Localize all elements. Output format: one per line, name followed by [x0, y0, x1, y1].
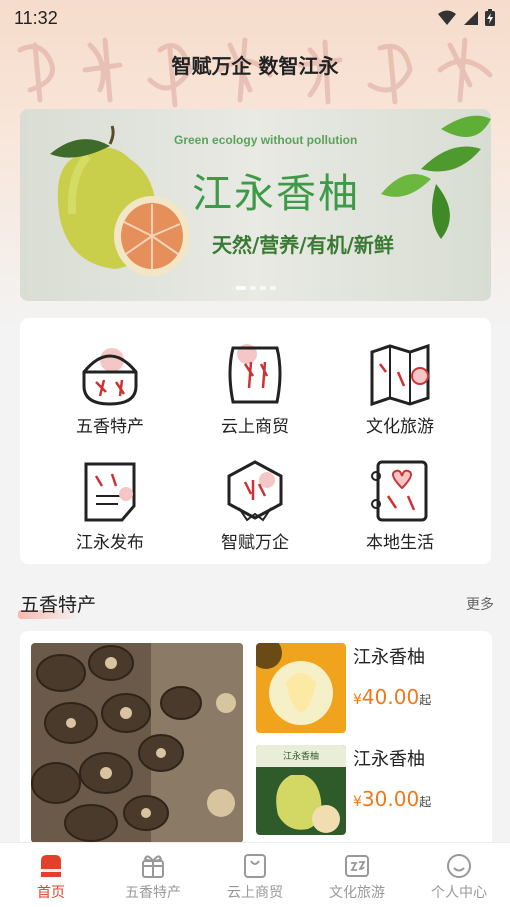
tab-cloud-trade[interactable]: 云上商贸	[204, 843, 306, 907]
price-currency: ¥	[353, 692, 362, 708]
banner-dot[interactable]	[236, 286, 246, 290]
product-name: 江永香柚	[353, 647, 425, 668]
grid-label: 江永发布	[76, 533, 144, 553]
status-icons	[438, 9, 496, 27]
product-thumbnail: 江永香柚	[256, 745, 346, 835]
tab-label: 云上商贸	[227, 885, 283, 901]
pomelo-image	[50, 125, 190, 276]
grid-item-local-life[interactable]: 本地生活	[325, 458, 475, 553]
mushrooms-image	[31, 643, 243, 843]
price-suffix: 起	[419, 693, 432, 707]
status-bar: 11:32	[0, 0, 510, 36]
function-grid: 五香特产 云上商贸 文化旅游 江永发布 智赋万企 本地生活	[20, 318, 491, 564]
banner-subtitle: 天然/营养/有机/新鲜	[212, 233, 394, 257]
grid-label: 智赋万企	[221, 533, 289, 553]
local-life-notebook-icon	[371, 460, 428, 522]
signal-icon	[464, 11, 478, 25]
tab-label: 个人中心	[431, 885, 487, 901]
grid-label: 文化旅游	[366, 417, 434, 437]
shopping-bag-icon	[244, 854, 266, 878]
travel-icon	[345, 855, 369, 877]
grid-label: 云上商贸	[221, 417, 289, 437]
cloud-shopping-icon	[228, 344, 282, 404]
grid-item-cloud-trade[interactable]: 云上商贸	[180, 342, 330, 437]
enterprise-badge-icon	[227, 460, 283, 522]
wifi-icon	[438, 10, 456, 25]
banner-dot[interactable]	[250, 286, 256, 290]
tab-profile[interactable]: 个人中心	[408, 843, 510, 907]
document-publish-icon	[84, 462, 136, 522]
banner-dot[interactable]	[260, 286, 266, 290]
map-location-icon	[370, 343, 430, 407]
promo-banner[interactable]: Green ecology without pollution 江永香柚 天然/…	[20, 109, 491, 301]
specialty-basket-icon	[82, 348, 138, 406]
battery-charging-icon	[485, 9, 495, 26]
grid-item-specialty[interactable]: 五香特产	[35, 342, 185, 437]
price-value: 30.00	[361, 787, 420, 811]
grid-item-enterprise[interactable]: 智赋万企	[180, 458, 330, 553]
section-title: 五香特产	[20, 594, 97, 616]
banner-english-text: Green ecology without pollution	[174, 133, 358, 147]
bottom-tab-bar: 首页 五香特产 云上商贸 文化旅游 个人中心	[0, 842, 510, 907]
tab-label: 五香特产	[125, 885, 181, 901]
grid-label: 本地生活	[366, 533, 434, 553]
product-price: ¥40.00起	[353, 685, 431, 709]
status-time: 11:32	[14, 7, 58, 28]
product-item[interactable]: 江永香柚 江永香柚 ¥30.00起	[256, 745, 486, 835]
tab-culture-travel[interactable]: 文化旅游	[306, 843, 408, 907]
product-price: ¥30.00起	[353, 787, 431, 811]
tab-specialty[interactable]: 五香特产	[102, 843, 204, 907]
banner-dot[interactable]	[270, 286, 276, 290]
pomelo-package-image: 江永香柚	[256, 745, 346, 835]
price-currency: ¥	[353, 794, 362, 810]
product-thumbnail	[256, 643, 346, 733]
leaves-image	[381, 115, 491, 239]
svg-text:江永香柚: 江永香柚	[283, 750, 319, 762]
product-item[interactable]: 江永香柚 ¥40.00起	[256, 643, 486, 733]
price-suffix: 起	[419, 795, 432, 809]
section-more-link[interactable]: 更多	[466, 594, 494, 614]
price-value: 40.00	[361, 685, 420, 709]
product-showcase: 江永香柚 ¥40.00起 江永香柚 江永香柚 ¥30.00起	[20, 631, 492, 851]
gift-icon	[142, 855, 164, 878]
banner-pagination[interactable]	[236, 286, 276, 290]
grid-label: 五香特产	[76, 417, 144, 437]
app-title: 智赋万企 数智江永	[171, 54, 339, 78]
user-smile-icon	[447, 854, 471, 878]
home-icon	[41, 855, 61, 877]
featured-product-image[interactable]	[31, 643, 243, 843]
product-name: 江永香柚	[353, 749, 425, 770]
grid-item-publish[interactable]: 江永发布	[35, 458, 185, 553]
tab-label: 首页	[37, 885, 65, 901]
grid-item-culture-travel[interactable]: 文化旅游	[325, 342, 475, 437]
tab-home[interactable]: 首页	[0, 843, 102, 907]
tab-label: 文化旅游	[329, 885, 385, 901]
pomelo-pulp-image	[256, 643, 346, 733]
banner-title: 江永香柚	[192, 171, 360, 217]
